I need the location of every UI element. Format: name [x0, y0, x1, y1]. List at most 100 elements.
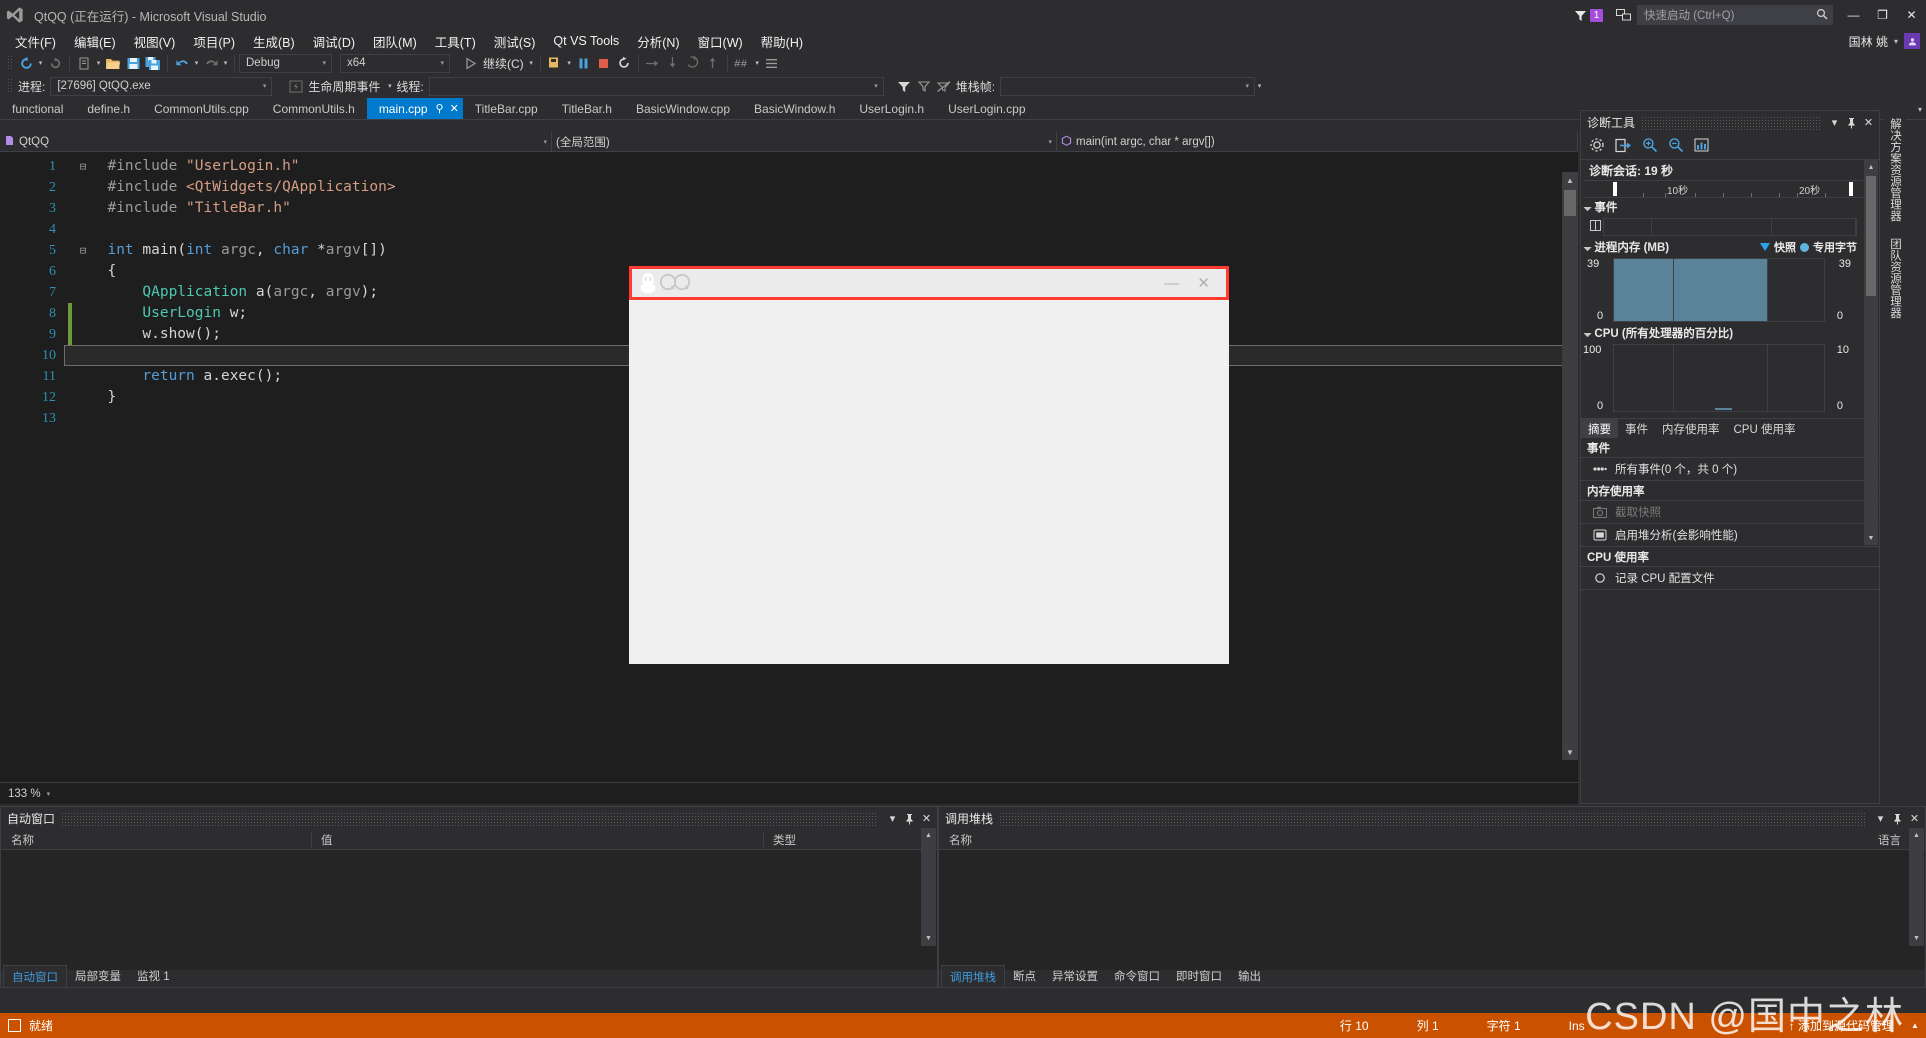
tab-commonutils-h[interactable]: CommonUtils.h [260, 98, 367, 119]
notifications-button[interactable]: 1 [1574, 8, 1603, 22]
cpu-graph[interactable]: 100 0 10 0 [1581, 342, 1857, 414]
lifecycle-dropdown-icon[interactable]: ▾ [385, 82, 394, 90]
panel-drag-handle[interactable] [61, 811, 878, 826]
stop-icon[interactable] [594, 53, 614, 73]
zoom-out-icon[interactable] [1668, 137, 1684, 156]
status-source-control[interactable]: ↑ 添加到源代码管理 [1609, 1017, 1904, 1034]
diagnostic-cpu-section-header[interactable]: ◢ CPU (所有处理器的百分比) [1581, 324, 1879, 342]
diag-tab-events[interactable]: 事件 [1618, 419, 1655, 438]
menu-team[interactable]: 团队(M) [364, 30, 426, 53]
fold-icon[interactable] [76, 282, 90, 303]
new-project-icon[interactable] [74, 53, 94, 73]
bottom-tab-call-stack[interactable]: 调用堆栈 [941, 965, 1005, 987]
navigate-forward-icon[interactable] [45, 53, 65, 73]
chevron-down-icon[interactable]: ▾ [1872, 810, 1889, 827]
scrollbar-thumb[interactable] [1866, 176, 1876, 296]
code-line[interactable]: 3 #include "TitleBar.h" [22, 198, 1578, 219]
stackframe-combo[interactable]: ▾ [1000, 76, 1256, 96]
navigate-back-icon[interactable] [16, 53, 36, 73]
scroll-up-icon[interactable]: ▲ [1909, 828, 1924, 843]
bottom-tab-immediate-window[interactable]: 即时窗口 [1168, 965, 1230, 987]
fold-icon[interactable] [76, 324, 90, 345]
export-icon[interactable] [1615, 138, 1632, 156]
bottom-tab-locals[interactable]: 局部变量 [67, 965, 129, 987]
bottom-tab-autos[interactable]: 自动窗口 [3, 965, 67, 987]
timeline-start-marker[interactable] [1613, 182, 1617, 196]
bottom-tab-command-window[interactable]: 命令窗口 [1106, 965, 1168, 987]
no-filter-icon[interactable] [934, 76, 954, 96]
tab-userlogin-cpp[interactable]: UserLogin.cpp [936, 98, 1038, 119]
toolbar-grip[interactable] [7, 78, 13, 94]
menu-window[interactable]: 窗口(W) [689, 30, 752, 53]
close-icon[interactable]: ✕ [918, 810, 935, 827]
continue-label[interactable]: 继续(C) [480, 55, 527, 72]
quick-launch-input[interactable]: 快速启动 (Ctrl+Q) [1637, 5, 1833, 25]
code-line[interactable]: 2 #include <QtWidgets/QApplication> [22, 177, 1578, 198]
timeline-end-marker[interactable] [1849, 182, 1853, 196]
fold-icon[interactable] [76, 408, 90, 429]
autos-rows[interactable] [1, 850, 937, 970]
filter-clear-icon[interactable] [914, 76, 934, 96]
code-line[interactable]: 4 [22, 219, 1578, 240]
thread-combo[interactable]: ▾ [428, 76, 884, 96]
feedback-icon[interactable] [1613, 4, 1633, 26]
step-over-icon[interactable] [643, 53, 663, 73]
scroll-up-icon[interactable]: ▲ [1864, 160, 1878, 174]
diag-tab-cpu-usage[interactable]: CPU 使用率 [1727, 419, 1803, 438]
tab-commonutils-cpp[interactable]: CommonUtils.cpp [142, 98, 261, 119]
call-stack-rows[interactable] [939, 850, 1925, 970]
events-track[interactable] [1603, 218, 1857, 236]
menu-test[interactable]: 测试(S) [485, 30, 545, 53]
summary-enable-heap-item[interactable]: 启用堆分析(会影响性能) [1581, 524, 1879, 547]
code-line[interactable]: 5 ⊟ int main(int argc, char *argv[]) [22, 240, 1578, 261]
restart-icon[interactable] [614, 53, 634, 73]
step-into-icon[interactable] [663, 53, 683, 73]
fold-icon[interactable] [76, 177, 90, 198]
continue-dropdown-icon[interactable]: ▾ [527, 59, 536, 67]
menu-tools[interactable]: 工具(T) [426, 30, 485, 53]
bottom-tab-watch1[interactable]: 监视 1 [129, 965, 178, 987]
qq-application-window[interactable]: — ✕ [629, 266, 1229, 664]
fold-icon[interactable]: ⊟ [76, 156, 90, 177]
continue-button[interactable] [460, 53, 480, 73]
qq-close-button[interactable]: ✕ [1197, 274, 1210, 292]
autos-column-name[interactable]: 名称 [1, 832, 311, 848]
qq-title-bar[interactable]: — ✕ [629, 266, 1229, 300]
chevron-up-icon[interactable]: ▲ [1904, 1013, 1926, 1038]
toolbar-grip[interactable] [7, 55, 13, 71]
scroll-up-icon[interactable]: ▲ [921, 828, 936, 843]
tab-userlogin-h[interactable]: UserLogin.h [847, 98, 937, 119]
fold-icon[interactable] [76, 387, 90, 408]
lifecycle-label[interactable]: 生命周期事件 [308, 78, 380, 95]
scroll-down-icon[interactable]: ▼ [921, 931, 936, 946]
vtab-team-explorer[interactable]: 团队资源管理器 [1884, 230, 1906, 327]
tab-titlebar-h[interactable]: TitleBar.h [549, 98, 624, 119]
hex-display-icon[interactable]: ## [732, 53, 753, 73]
pin-icon[interactable] [901, 810, 918, 827]
save-all-icon[interactable] [143, 53, 163, 73]
editor-zoom-level[interactable]: 133 % [8, 788, 41, 800]
menu-help[interactable]: 帮助(H) [752, 30, 812, 53]
menu-project[interactable]: 项目(P) [184, 30, 244, 53]
scroll-down-icon[interactable]: ▼ [1562, 744, 1578, 760]
tab-overflow-button[interactable]: ▾ [1918, 98, 1922, 120]
pause-icon[interactable] [574, 53, 594, 73]
tab-functional[interactable]: functional [0, 98, 76, 119]
navbar-scope-combo[interactable]: (全局范围) ▾ [552, 132, 1057, 151]
call-stack-scrollbar[interactable]: ▲ ▼ [1909, 828, 1924, 946]
solution-configuration-combo[interactable]: Debug ▾ [239, 53, 332, 73]
attach-process-icon[interactable] [545, 53, 565, 73]
menu-file[interactable]: 文件(F) [6, 30, 65, 53]
bottom-tab-output[interactable]: 输出 [1230, 965, 1269, 987]
menu-debug[interactable]: 调试(D) [304, 30, 364, 53]
status-insert-mode[interactable]: Ins [1545, 1019, 1609, 1033]
menu-qt-vs-tools[interactable]: Qt VS Tools [544, 32, 628, 50]
hex-dropdown-icon[interactable]: ▾ [753, 59, 762, 67]
pin-icon[interactable] [1843, 114, 1860, 131]
bottom-tab-exception-settings[interactable]: 异常设置 [1044, 965, 1106, 987]
diagnostic-events-section-header[interactable]: ◢ 事件 [1581, 198, 1879, 216]
process-combo[interactable]: [27696] QtQQ.exe ▾ [50, 76, 273, 96]
summary-take-snapshot-item[interactable]: 截取快照 [1581, 501, 1879, 524]
diagnostic-scrollbar[interactable]: ▲ ▼ [1864, 160, 1878, 545]
pin-icon[interactable] [1889, 810, 1906, 827]
